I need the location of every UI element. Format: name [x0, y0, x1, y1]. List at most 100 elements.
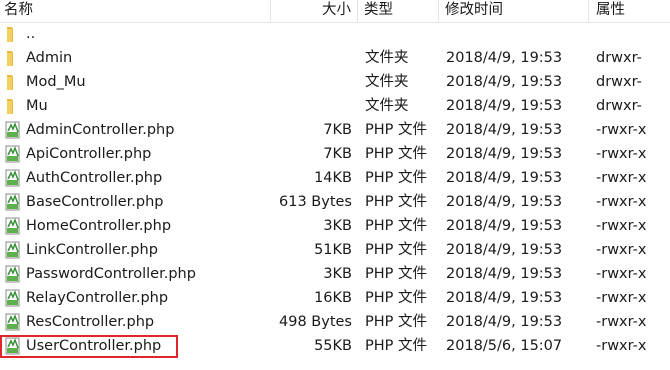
php-file-icon: [4, 193, 22, 211]
column-header-size[interactable]: 大小: [322, 0, 351, 22]
file-type: 文件夹: [365, 50, 409, 66]
file-size: 3KB: [323, 218, 352, 234]
file-row[interactable]: BaseController.php 613 Bytes PHP 文件 2018…: [0, 190, 670, 214]
file-permissions: -rwxr-x: [596, 194, 647, 210]
column-divider[interactable]: [270, 0, 271, 22]
file-size: [262, 94, 352, 118]
column-divider[interactable]: [438, 0, 439, 22]
file-type: PHP 文件: [365, 290, 428, 306]
file-row[interactable]: AdminController.php 7KB PHP 文件 2018/4/9,…: [0, 118, 670, 142]
file-type: 文件夹: [365, 98, 409, 114]
file-name: ..: [26, 26, 36, 42]
file-type: PHP 文件: [365, 146, 428, 162]
file-name: PasswordController.php: [26, 266, 196, 282]
file-size: 55KB: [314, 338, 352, 354]
file-permissions: -rwxr-x: [596, 242, 647, 258]
file-name: AdminController.php: [26, 122, 175, 138]
file-row[interactable]: LinkController.php 51KB PHP 文件 2018/4/9,…: [0, 238, 670, 262]
folder-icon: [4, 25, 22, 43]
php-file-icon: [4, 337, 22, 355]
file-row[interactable]: ..: [0, 22, 670, 46]
folder-icon: [4, 97, 22, 115]
php-file-icon: [4, 241, 22, 259]
column-divider[interactable]: [357, 0, 358, 22]
file-permissions: -rwxr-x: [596, 170, 647, 186]
file-row[interactable]: ResController.php 498 Bytes PHP 文件 2018/…: [0, 310, 670, 334]
file-size: 613 Bytes: [279, 194, 352, 210]
file-permissions: drwxr-: [596, 98, 642, 114]
file-name: ApiController.php: [26, 146, 152, 162]
file-size: 51KB: [314, 242, 352, 258]
file-row[interactable]: Admin 文件夹 2018/4/9, 19:53 drwxr-: [0, 46, 670, 70]
file-permissions: -rwxr-x: [596, 314, 647, 330]
file-permissions: -rwxr-x: [596, 338, 647, 354]
file-modified: 2018/4/9, 19:53: [446, 266, 563, 282]
file-type: PHP 文件: [365, 314, 428, 330]
column-header-name[interactable]: 名称: [4, 0, 33, 22]
file-modified: 2018/4/9, 19:53: [446, 290, 563, 306]
file-modified: 2018/4/9, 19:53: [446, 146, 563, 162]
file-size: 7KB: [323, 146, 352, 162]
file-type: [365, 22, 440, 46]
file-rows: .. Admin 文件夹 2018/4/9, 19:53 drwxr- Mod_…: [0, 22, 670, 358]
file-name: LinkController.php: [26, 242, 158, 258]
file-permissions: -rwxr-x: [596, 146, 647, 162]
file-size: 16KB: [314, 290, 352, 306]
column-header: 名称 ^ 大小 类型 修改时间 属性: [0, 0, 670, 23]
file-permissions: -rwxr-x: [596, 290, 647, 306]
file-modified: 2018/4/9, 19:53: [446, 170, 563, 186]
file-type: PHP 文件: [365, 170, 428, 186]
file-name: ResController.php: [26, 314, 155, 330]
file-type: 文件夹: [365, 74, 409, 90]
file-type: PHP 文件: [365, 194, 428, 210]
file-type: PHP 文件: [365, 242, 428, 258]
file-modified: 2018/4/9, 19:53: [446, 314, 563, 330]
file-name: Mu: [26, 98, 48, 114]
file-size: [262, 22, 352, 46]
file-modified: 2018/4/9, 19:53: [446, 122, 563, 138]
file-modified: 2018/4/9, 19:53: [446, 74, 563, 90]
php-file-icon: [4, 313, 22, 331]
file-list: 名称 ^ 大小 类型 修改时间 属性 .. Admin 文件夹 2018/4/9…: [0, 0, 670, 370]
column-header-type[interactable]: 类型: [364, 0, 393, 22]
file-type: PHP 文件: [365, 122, 428, 138]
php-file-icon: [4, 121, 22, 139]
file-permissions: drwxr-: [596, 74, 642, 90]
file-modified: [446, 22, 586, 46]
file-type: PHP 文件: [365, 266, 428, 282]
php-file-icon: [4, 217, 22, 235]
file-row[interactable]: ApiController.php 7KB PHP 文件 2018/4/9, 1…: [0, 142, 670, 166]
column-header-modified[interactable]: 修改时间: [445, 0, 503, 22]
file-size: [262, 46, 352, 70]
php-file-icon: [4, 289, 22, 307]
file-size: [262, 70, 352, 94]
folder-icon: [4, 73, 22, 91]
file-row-highlighted[interactable]: UserController.php 55KB PHP 文件 2018/5/6,…: [0, 334, 670, 358]
file-name: RelayController.php: [26, 290, 169, 306]
file-permissions: -rwxr-x: [596, 266, 647, 282]
file-modified: 2018/4/9, 19:53: [446, 194, 563, 210]
file-row[interactable]: AuthController.php 14KB PHP 文件 2018/4/9,…: [0, 166, 670, 190]
file-permissions: [596, 22, 670, 46]
file-row[interactable]: Mu 文件夹 2018/4/9, 19:53 drwxr-: [0, 94, 670, 118]
php-file-icon: [4, 145, 22, 163]
file-name: Admin: [26, 50, 73, 66]
file-size: 498 Bytes: [279, 314, 352, 330]
file-type: PHP 文件: [365, 338, 428, 354]
file-size: 14KB: [314, 170, 352, 186]
file-permissions: -rwxr-x: [596, 218, 647, 234]
file-row[interactable]: RelayController.php 16KB PHP 文件 2018/4/9…: [0, 286, 670, 310]
file-row[interactable]: PasswordController.php 3KB PHP 文件 2018/4…: [0, 262, 670, 286]
column-header-attributes[interactable]: 属性: [596, 0, 625, 22]
file-size: 3KB: [323, 266, 352, 282]
file-modified: 2018/4/9, 19:53: [446, 242, 563, 258]
php-file-icon: [4, 265, 22, 283]
file-row[interactable]: Mod_Mu 文件夹 2018/4/9, 19:53 drwxr-: [0, 70, 670, 94]
column-divider[interactable]: [588, 0, 589, 22]
file-modified: 2018/4/9, 19:53: [446, 50, 563, 66]
file-modified: 2018/5/6, 15:07: [446, 338, 563, 354]
file-permissions: -rwxr-x: [596, 122, 647, 138]
file-row[interactable]: HomeController.php 3KB PHP 文件 2018/4/9, …: [0, 214, 670, 238]
folder-icon: [4, 49, 22, 67]
file-name: Mod_Mu: [26, 74, 86, 90]
